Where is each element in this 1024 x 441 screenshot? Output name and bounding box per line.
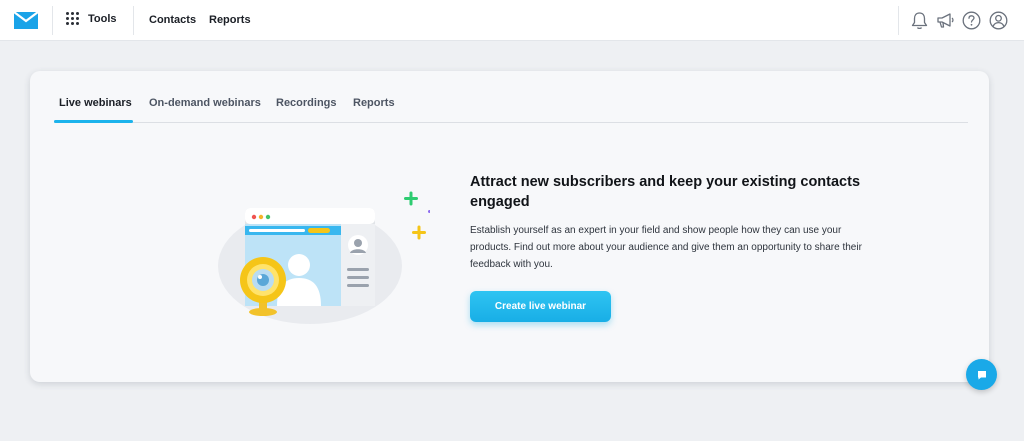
plus-purple-icon — [428, 210, 430, 213]
create-live-webinar-button[interactable]: Create live webinar — [470, 291, 611, 322]
envelope-logo-icon[interactable] — [14, 12, 38, 29]
tools-label: Tools — [88, 12, 117, 25]
account-icon[interactable] — [988, 10, 1009, 31]
plus-green-icon — [404, 191, 418, 206]
webinar-tabs: Live webinars On-demand webinars Recordi… — [54, 71, 968, 123]
chat-icon — [977, 370, 986, 379]
tab-recordings[interactable]: Recordings — [276, 97, 337, 109]
tab-live-webinars[interactable]: Live webinars — [59, 97, 132, 109]
webinars-card: Live webinars On-demand webinars Recordi… — [30, 71, 989, 382]
divider — [133, 6, 134, 35]
bell-icon[interactable] — [909, 10, 930, 31]
promo-description: Establish yourself as an expert in your … — [470, 225, 862, 270]
tab-reports[interactable]: Reports — [353, 97, 395, 109]
webinar-illustration — [218, 191, 430, 324]
tab-on-demand-webinars[interactable]: On-demand webinars — [149, 97, 261, 109]
megaphone-icon[interactable] — [935, 10, 956, 31]
divider — [898, 6, 899, 35]
tools-menu[interactable]: Tools — [66, 12, 117, 25]
divider — [52, 6, 53, 35]
promo-heading: Attract new subscribers and keep your ex… — [470, 174, 861, 210]
apps-grid-icon — [66, 12, 79, 25]
nav-reports[interactable]: Reports — [209, 14, 251, 26]
nav-contacts[interactable]: Contacts — [149, 14, 196, 26]
help-icon[interactable] — [961, 10, 982, 31]
active-tab-indicator — [54, 120, 133, 123]
top-bar: Tools Contacts Reports — [0, 0, 1024, 41]
plus-yellow-icon — [412, 225, 426, 240]
chat-button[interactable] — [966, 359, 997, 390]
